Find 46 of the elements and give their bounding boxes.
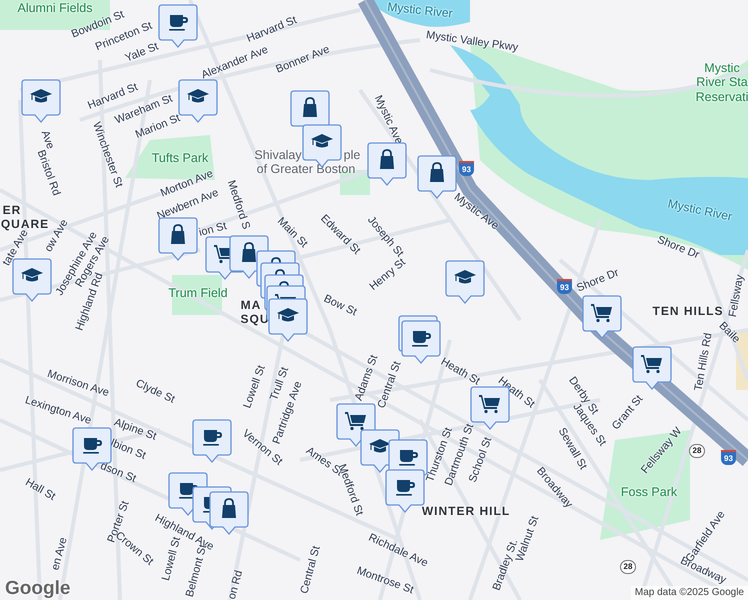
park-label: River Sta (696, 76, 748, 88)
park-label: Trum Field (168, 286, 228, 300)
water-label: Mystic River (666, 197, 734, 223)
street-label: Fellsway (728, 274, 746, 318)
street-label: Mystic Ave (372, 94, 404, 146)
street-label: Central St (376, 360, 404, 410)
neighborhood-label: MA (240, 299, 262, 311)
interstate-shield: 93 (557, 279, 572, 294)
park-label: Alumni Fields (17, 2, 93, 14)
street-label: Bonner Ave (274, 44, 332, 76)
street-label: Ave (38, 129, 56, 151)
neighborhood-label: WINTER HILL (422, 505, 510, 517)
street-label: Bow St (322, 294, 358, 318)
interstate-shield: 93 (721, 450, 736, 465)
street-label: on Rd (226, 569, 246, 600)
place-label: Shivalay (254, 148, 302, 162)
park-label: Foss Park (620, 486, 678, 498)
street-label: Central St (299, 544, 323, 596)
park-label: Reservati (696, 90, 748, 104)
street-label: lbion St (108, 438, 148, 462)
street-label: Mystic Valley Pkwy (425, 30, 519, 54)
street-label: Bristol Rd (34, 148, 62, 198)
park-label: Tufts Park (152, 152, 208, 164)
street-label: School St (468, 436, 494, 484)
place-label: of Greater Boston (256, 162, 356, 176)
neighborhood-label: TEN HILLS (652, 305, 724, 317)
street-label: Shore Dr (576, 268, 620, 294)
route-shield: 28 (689, 444, 705, 458)
street-label: Lowell St (242, 364, 268, 410)
interstate-shield: 93 (459, 161, 474, 176)
street-label: Shore Dr (656, 234, 700, 262)
street-label: en Ave (50, 536, 70, 572)
place-label: ple (344, 148, 360, 162)
map-attribution: Map data ©2025 Google (630, 586, 748, 600)
google-logo: Google (5, 579, 70, 598)
water-label: Mystic River (386, 0, 454, 20)
route-shield: 28 (620, 560, 636, 574)
neighborhood-label: QUARE (0, 218, 50, 230)
street-label: ion St (198, 221, 228, 239)
street-label: Ten Hills Rd (694, 332, 714, 392)
neighborhood-label: ER (2, 204, 22, 216)
street-label: Hall St (23, 477, 57, 503)
street-label: dson St (98, 460, 138, 486)
street-label: Yale St (124, 41, 160, 65)
street-label: Clyde St (134, 378, 176, 406)
park-label: Mystic (704, 62, 740, 74)
